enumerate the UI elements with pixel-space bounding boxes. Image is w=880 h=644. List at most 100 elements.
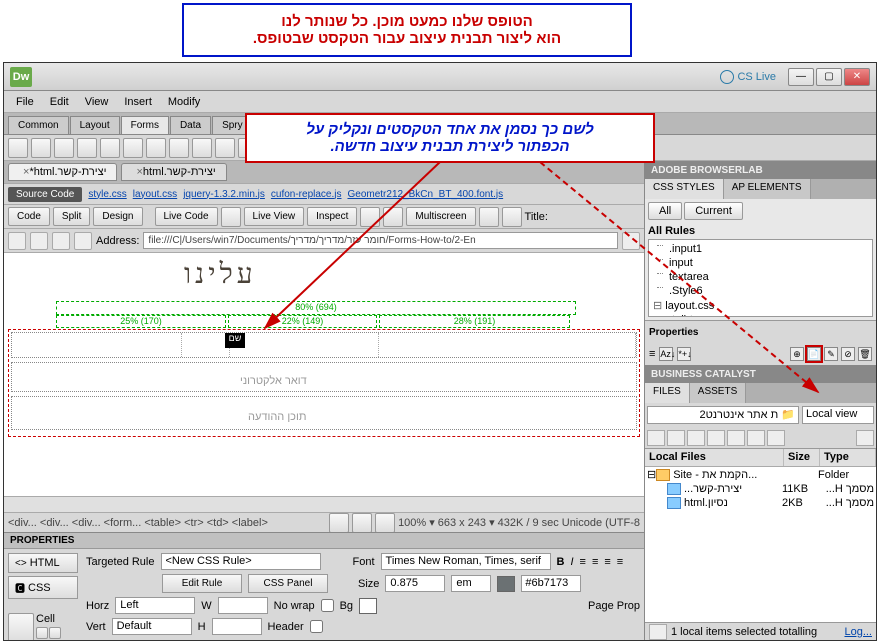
- hidden-button[interactable]: [54, 138, 74, 158]
- view-select[interactable]: Local view: [802, 406, 874, 424]
- css-rule[interactable]: textarea: [651, 270, 870, 284]
- size-select[interactable]: 0.875: [385, 575, 445, 592]
- delete-icon[interactable]: 🗑: [858, 347, 872, 361]
- cell-merge-icon[interactable]: [8, 613, 34, 640]
- radio-button[interactable]: [146, 138, 166, 158]
- selected-label[interactable]: שם: [225, 333, 245, 348]
- checkin-icon[interactable]: [747, 430, 765, 446]
- related-file[interactable]: style.css: [88, 189, 126, 200]
- align-center-icon[interactable]: ≡: [592, 556, 598, 568]
- close-button[interactable]: ✕: [844, 68, 870, 86]
- align-left-icon[interactable]: ≡: [580, 556, 586, 568]
- font-select[interactable]: Times New Roman, Times, serif: [381, 553, 551, 570]
- page-props-button[interactable]: Page Prop: [588, 600, 640, 612]
- css-rule[interactable]: .Style6: [651, 284, 870, 298]
- bold-icon[interactable]: B: [557, 556, 565, 568]
- list-view-icon[interactable]: Az↓: [659, 347, 673, 361]
- assets-tab[interactable]: ASSETS: [690, 383, 746, 403]
- activity-icon[interactable]: [649, 624, 667, 640]
- preview-icon[interactable]: [479, 207, 499, 227]
- tab-layout[interactable]: Layout: [70, 116, 120, 134]
- horz-select[interactable]: Left: [115, 597, 195, 614]
- cslive-button[interactable]: CS Live: [720, 70, 776, 84]
- radiogroup-button[interactable]: [169, 138, 189, 158]
- refresh-icon[interactable]: [502, 207, 522, 227]
- menu-edit[interactable]: Edit: [42, 94, 77, 110]
- files-tree[interactable]: ⊟ Site - הקמת את... Folder יצירת-קשר... …: [645, 467, 876, 622]
- doc-tab-2[interactable]: יצירת-קשר.html×: [121, 163, 226, 181]
- forward-icon[interactable]: [30, 232, 48, 250]
- related-file[interactable]: jquery-1.3.2.min.js: [183, 189, 265, 200]
- menu-file[interactable]: File: [8, 94, 42, 110]
- rules-list[interactable]: .input1 input textarea .Style6 layout.cs…: [648, 239, 873, 317]
- expand-icon[interactable]: [856, 430, 874, 446]
- hand-tool-icon[interactable]: [352, 513, 372, 533]
- h-scrollbar[interactable]: [4, 496, 644, 512]
- liveview-button[interactable]: Live View: [244, 207, 305, 226]
- home-icon[interactable]: [74, 232, 92, 250]
- bg-swatch[interactable]: [359, 598, 377, 614]
- back-icon[interactable]: [8, 232, 26, 250]
- w-input[interactable]: [218, 597, 268, 614]
- file-row[interactable]: יצירת-קשר... 11KB מסמך H...: [645, 482, 876, 496]
- checkbox-button[interactable]: [100, 138, 120, 158]
- align-right-icon[interactable]: ≡: [604, 556, 610, 568]
- tab-common[interactable]: Common: [8, 116, 69, 134]
- header-checkbox[interactable]: [310, 620, 323, 633]
- split-v-icon[interactable]: [49, 627, 61, 639]
- col-type[interactable]: Type: [820, 449, 876, 466]
- col-name[interactable]: Local Files: [645, 449, 784, 466]
- file-row[interactable]: ⊟ Site - הקמת את... Folder: [645, 467, 876, 482]
- refresh-icon[interactable]: [667, 430, 685, 446]
- edit-icon[interactable]: ✎: [824, 347, 838, 361]
- disable-icon[interactable]: ⊘: [841, 347, 855, 361]
- log-link[interactable]: Log...: [844, 626, 872, 638]
- connect-icon[interactable]: [647, 430, 665, 446]
- related-file[interactable]: cufon-replace.js: [271, 189, 342, 200]
- new-rule-icon[interactable]: 📄: [807, 347, 821, 361]
- h-input[interactable]: [212, 618, 262, 635]
- related-file[interactable]: layout.css: [133, 189, 177, 200]
- current-button[interactable]: Current: [684, 202, 743, 220]
- css-file-group[interactable]: layout.css: [651, 298, 870, 313]
- col-size[interactable]: Size: [784, 449, 820, 466]
- css-rule[interactable]: input: [651, 256, 870, 270]
- nowrap-checkbox[interactable]: [321, 599, 334, 612]
- set-view-icon[interactable]: *+↓: [677, 347, 691, 361]
- tab-data[interactable]: Data: [170, 116, 211, 134]
- code-view-button[interactable]: Code: [8, 207, 50, 226]
- maximize-button[interactable]: ▢: [816, 68, 842, 86]
- table-row[interactable]: [11, 332, 637, 358]
- browserlab-panel[interactable]: ADOBE BROWSERLAB: [645, 161, 876, 179]
- css-rule[interactable]: .input1: [651, 242, 870, 256]
- files-tab[interactable]: FILES: [645, 383, 690, 403]
- check-icon[interactable]: [221, 207, 241, 227]
- minimize-button[interactable]: —: [788, 68, 814, 86]
- css-props-button[interactable]: 🅲 CSS: [8, 576, 78, 599]
- multiscreen-button[interactable]: Multiscreen: [406, 207, 475, 226]
- source-code-button[interactable]: Source Code: [8, 187, 82, 202]
- business-catalyst-panel[interactable]: BUSINESS CATALYST: [645, 365, 876, 383]
- html-props-button[interactable]: <> HTML: [8, 553, 78, 573]
- italic-icon[interactable]: I: [570, 556, 573, 568]
- nav-icon[interactable]: [360, 207, 380, 227]
- table-row[interactable]: [11, 396, 637, 430]
- nav-icon[interactable]: [383, 207, 403, 227]
- form-button[interactable]: [8, 138, 28, 158]
- stop-icon[interactable]: [52, 232, 70, 250]
- align-justify-icon[interactable]: ≡: [617, 556, 623, 568]
- checkout-icon[interactable]: [727, 430, 745, 446]
- edit-rule-button[interactable]: Edit Rule: [162, 574, 242, 593]
- tag-selector[interactable]: <div... <div... <div... <form... <table>…: [8, 517, 326, 529]
- textarea-button[interactable]: [77, 138, 97, 158]
- unit-select[interactable]: em: [451, 575, 491, 592]
- targeted-rule-select[interactable]: <New CSS Rule>: [161, 553, 321, 570]
- category-view-icon[interactable]: ≡: [649, 348, 655, 360]
- go-icon[interactable]: [622, 232, 640, 250]
- attach-icon[interactable]: ⊕: [790, 347, 804, 361]
- split-h-icon[interactable]: [36, 627, 48, 639]
- split-view-button[interactable]: Split: [53, 207, 90, 226]
- menu-view[interactable]: View: [77, 94, 117, 110]
- color-input[interactable]: #6b7173: [521, 575, 581, 592]
- checkboxgroup-button[interactable]: [123, 138, 143, 158]
